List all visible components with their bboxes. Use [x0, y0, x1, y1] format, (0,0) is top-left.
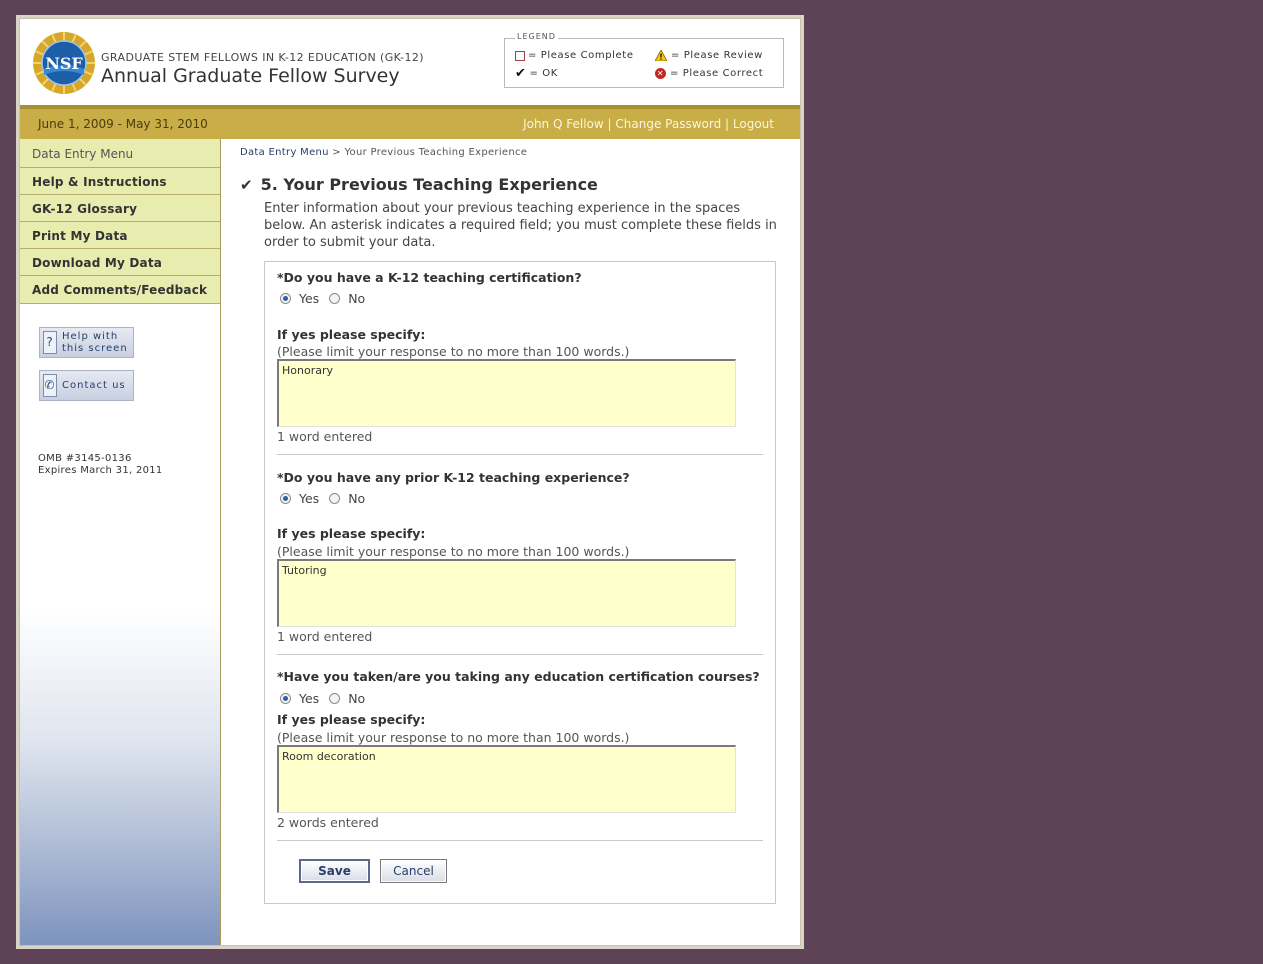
- certification-no-radio[interactable]: [329, 293, 341, 304]
- certification-textarea[interactable]: Honorary: [277, 359, 736, 427]
- experience-yes-radio[interactable]: [280, 493, 291, 504]
- specify-label: If yes please specify:: [277, 712, 426, 727]
- specify-label: If yes please specify:: [277, 327, 426, 342]
- experience-textarea[interactable]: Tutoring: [277, 559, 736, 627]
- user-nav: John Q Fellow | Change Password | Logout: [523, 117, 774, 131]
- legend-please-review: = Please Review: [655, 50, 763, 61]
- question-certification-courses: *Have you taken/are you taking any educa…: [277, 669, 760, 684]
- omb-number: OMB #3145-0136: [38, 453, 132, 464]
- main-content: Data Entry Menu > Your Previous Teaching…: [221, 139, 800, 945]
- word-count: 2 words entered: [277, 815, 379, 830]
- word-count: 1 word entered: [277, 429, 373, 444]
- courses-textarea[interactable]: Room decoration: [277, 745, 736, 813]
- legend: LEGEND = Please Complete = Please Review…: [504, 32, 784, 88]
- teaching-experience-form: *Do you have a K-12 teaching certificati…: [264, 261, 776, 904]
- courses-radio-group: Yes No: [280, 691, 375, 706]
- breadcrumb-separator: >: [332, 147, 341, 158]
- save-button[interactable]: Save: [299, 859, 370, 883]
- contact-us-button[interactable]: ✆ Contact us: [39, 370, 134, 401]
- change-password-link[interactable]: Change Password: [615, 117, 721, 131]
- question-prior-experience: *Do you have any prior K-12 teaching exp…: [277, 470, 630, 485]
- omb-info: OMB #3145-0136 Expires March 31, 2011: [38, 453, 163, 477]
- help-button-label: Help with this screen: [62, 331, 128, 355]
- experience-no-radio[interactable]: [329, 493, 341, 504]
- logout-link[interactable]: Logout: [733, 117, 774, 131]
- divider: [277, 840, 763, 841]
- courses-yes-radio[interactable]: [280, 693, 291, 704]
- question-certification: *Do you have a K-12 teaching certificati…: [277, 270, 582, 285]
- reporting-period: June 1, 2009 - May 31, 2010: [38, 117, 208, 131]
- logo-text: NSF: [45, 54, 83, 73]
- check-icon: ✔: [240, 176, 253, 194]
- legend-please-complete: = Please Complete: [515, 50, 634, 61]
- certification-yes-radio[interactable]: [280, 293, 291, 304]
- legend-label: = Please Correct: [670, 68, 764, 79]
- legend-title: LEGEND: [515, 32, 558, 41]
- info-bar: June 1, 2009 - May 31, 2010 John Q Fello…: [20, 105, 800, 139]
- experience-radio-group: Yes No: [280, 491, 375, 506]
- word-count: 1 word entered: [277, 629, 373, 644]
- word-limit-note: (Please limit your response to no more t…: [277, 544, 630, 559]
- breadcrumb-current: Your Previous Teaching Experience: [344, 147, 528, 158]
- survey-page: NSF GRADUATE STEM FELLOWS IN K-12 EDUCAT…: [19, 18, 801, 946]
- sidebar: Data Entry Menu Help & Instructions GK-1…: [20, 139, 221, 945]
- divider: [277, 654, 763, 655]
- error-icon: ✕: [655, 68, 666, 79]
- radio-label-no: No: [348, 691, 366, 706]
- help-with-screen-button[interactable]: ? Help with this screen: [39, 327, 134, 358]
- user-name-link[interactable]: John Q Fellow: [523, 117, 604, 131]
- breadcrumb-data-entry-menu[interactable]: Data Entry Menu: [240, 147, 329, 158]
- help-line-2: this screen: [62, 343, 128, 354]
- legend-label: = Please Review: [671, 50, 763, 61]
- legend-ok: ✔ = OK: [515, 65, 558, 81]
- section-title-text: 5. Your Previous Teaching Experience: [260, 175, 598, 194]
- sidebar-item-download-data[interactable]: Download My Data: [20, 249, 220, 276]
- legend-label: = OK: [529, 68, 558, 79]
- sidebar-item-help-instructions[interactable]: Help & Instructions: [20, 168, 220, 195]
- omb-expiry: Expires March 31, 2011: [38, 465, 163, 476]
- section-intro: Enter information about your previous te…: [264, 201, 777, 250]
- section-title: ✔ 5. Your Previous Teaching Experience: [240, 175, 598, 194]
- question-mark-icon: ?: [43, 331, 57, 354]
- breadcrumb: Data Entry Menu > Your Previous Teaching…: [240, 147, 527, 158]
- radio-label-no: No: [348, 491, 366, 506]
- radio-label-no: No: [348, 291, 366, 306]
- nav-separator: |: [725, 117, 730, 131]
- courses-no-radio[interactable]: [329, 693, 341, 704]
- nsf-logo-icon: NSF: [33, 32, 95, 94]
- page-title: Annual Graduate Fellow Survey: [101, 65, 400, 87]
- data-entry-menu-link[interactable]: Data Entry Menu: [20, 139, 220, 168]
- sidebar-item-glossary[interactable]: GK-12 Glossary: [20, 195, 220, 222]
- warning-icon: [655, 50, 667, 61]
- help-line-1: Help with: [62, 331, 119, 342]
- radio-label-yes: Yes: [299, 491, 320, 506]
- certification-radio-group: Yes No: [280, 291, 375, 306]
- radio-label-yes: Yes: [299, 291, 320, 306]
- contact-label: Contact us: [62, 380, 126, 391]
- specify-label: If yes please specify:: [277, 526, 426, 541]
- phone-icon: ✆: [43, 374, 57, 397]
- sidebar-item-print-data[interactable]: Print My Data: [20, 222, 220, 249]
- check-icon: ✔: [515, 65, 527, 81]
- header: NSF GRADUATE STEM FELLOWS IN K-12 EDUCAT…: [20, 19, 800, 105]
- word-limit-note: (Please limit your response to no more t…: [277, 344, 630, 359]
- empty-box-icon: [515, 50, 525, 61]
- legend-label: = Please Complete: [528, 50, 634, 61]
- page-frame: NSF GRADUATE STEM FELLOWS IN K-12 EDUCAT…: [16, 15, 804, 949]
- radio-label-yes: Yes: [299, 691, 320, 706]
- cancel-button[interactable]: Cancel: [380, 859, 447, 883]
- nav-separator: |: [607, 117, 612, 131]
- sidebar-item-comments-feedback[interactable]: Add Comments/Feedback: [20, 276, 220, 304]
- divider: [277, 454, 763, 455]
- word-limit-note: (Please limit your response to no more t…: [277, 730, 630, 745]
- legend-please-correct: ✕ = Please Correct: [655, 68, 763, 79]
- program-name: GRADUATE STEM FELLOWS IN K-12 EDUCATION …: [101, 51, 424, 64]
